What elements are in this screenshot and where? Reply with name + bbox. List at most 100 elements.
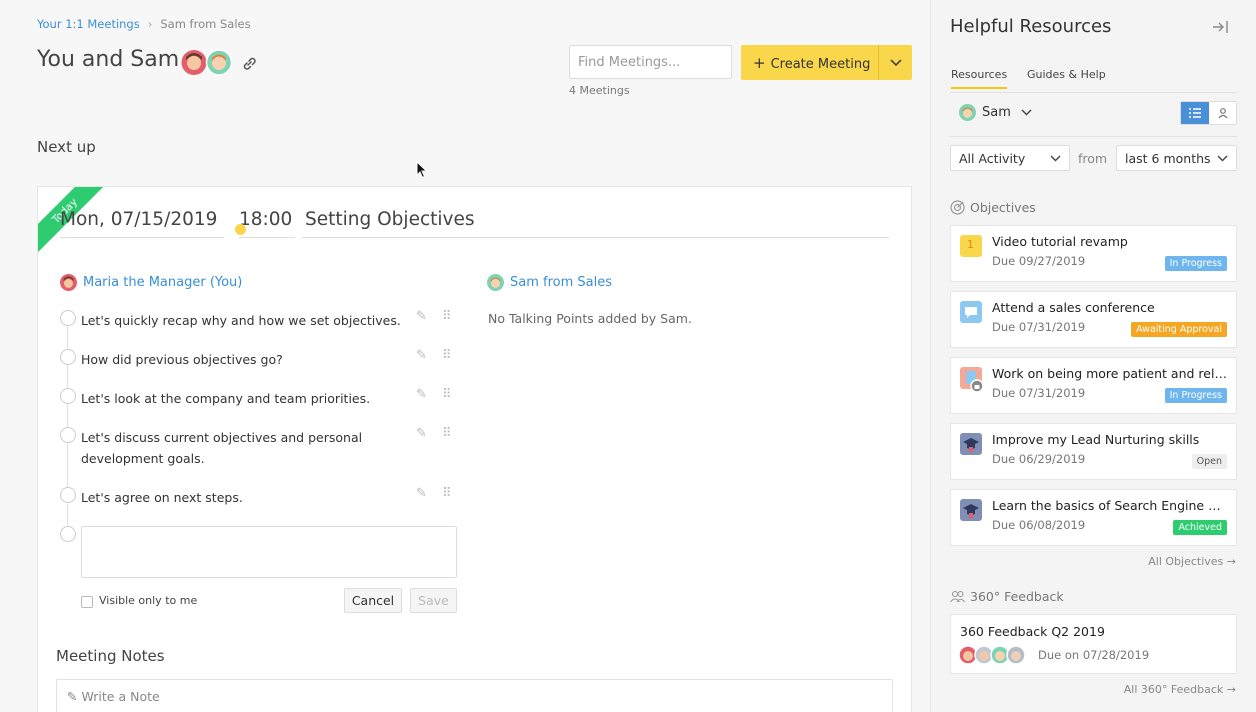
pencil-icon[interactable]: ✎ bbox=[416, 309, 427, 324]
next-up-heading: Next up bbox=[37, 138, 96, 156]
objectives-heading: Objectives bbox=[950, 200, 1036, 215]
talking-point-text[interactable]: Let's look at the company and team prior… bbox=[81, 388, 401, 409]
objective-title: Video tutorial revamp bbox=[992, 234, 1128, 249]
visible-only-checkbox[interactable] bbox=[81, 596, 93, 608]
talking-point-check[interactable] bbox=[60, 427, 76, 443]
objective-title: Work on being more patient and rela... bbox=[992, 366, 1228, 381]
cursor-highlight-dot bbox=[235, 224, 246, 235]
tab-guides-help[interactable]: Guides & Help bbox=[1027, 68, 1106, 81]
talking-point-text[interactable]: Let's agree on next steps. bbox=[81, 487, 401, 508]
plus-icon: + bbox=[753, 53, 766, 72]
person-selector[interactable]: Sam bbox=[959, 104, 1032, 121]
list-view-icon[interactable] bbox=[1181, 102, 1209, 124]
tab-resources[interactable]: Resources bbox=[951, 68, 1008, 89]
talking-point-check[interactable] bbox=[60, 349, 76, 365]
date-underline bbox=[60, 237, 224, 238]
mouse-cursor-icon bbox=[416, 160, 428, 183]
number-one-icon: 1 bbox=[960, 235, 982, 257]
status-badge: In Progress bbox=[1164, 256, 1227, 271]
cancel-button[interactable]: Cancel bbox=[344, 588, 402, 613]
manager-header: Maria the Manager (You) bbox=[60, 274, 242, 291]
link-icon[interactable] bbox=[241, 53, 258, 78]
objective-due: Due 07/31/2019 bbox=[992, 320, 1086, 334]
objective-card[interactable]: Work on being more patient and rela... D… bbox=[950, 357, 1237, 414]
pencil-icon[interactable]: ✎ bbox=[416, 486, 427, 501]
drag-handle-icon[interactable]: ⠿ bbox=[442, 486, 452, 501]
graduation-cap-icon bbox=[960, 499, 982, 521]
drag-handle-icon[interactable]: ⠿ bbox=[442, 348, 452, 363]
view-toggle bbox=[1180, 101, 1237, 125]
from-label: from bbox=[1078, 151, 1108, 166]
objective-due: Due 07/31/2019 bbox=[992, 386, 1086, 400]
find-meetings-input[interactable]: Find Meetings... bbox=[569, 45, 732, 79]
breadcrumb-current: Sam from Sales bbox=[160, 17, 251, 31]
drag-handle-icon[interactable]: ⠿ bbox=[442, 387, 452, 402]
report-name[interactable]: Sam from Sales bbox=[510, 275, 612, 290]
objective-title: Learn the basics of Search Engine O... bbox=[992, 498, 1228, 513]
meeting-date[interactable]: Mon, 07/15/2019 bbox=[60, 209, 217, 230]
objective-title: Attend a sales conference bbox=[992, 300, 1155, 315]
graduation-cap-icon bbox=[960, 433, 982, 455]
breadcrumb-parent-link[interactable]: Your 1:1 Meetings bbox=[37, 17, 140, 31]
objective-card[interactable]: Attend a sales conference Due 07/31/2019… bbox=[950, 291, 1237, 348]
breadcrumb: Your 1:1 Meetings › Sam from Sales bbox=[37, 17, 251, 31]
all-feedback-link[interactable]: All 360° Feedback → bbox=[1124, 683, 1236, 696]
title-underline bbox=[302, 237, 889, 238]
arrow-right-icon: → bbox=[1226, 555, 1236, 568]
write-note-input[interactable]: ✎ Write a Note bbox=[56, 679, 893, 712]
talking-point-text[interactable]: Let's discuss current objectives and per… bbox=[81, 427, 381, 469]
status-badge: Open bbox=[1191, 454, 1227, 469]
resources-sidebar: Helpful Resources Resources Guides & Hel… bbox=[930, 0, 1256, 712]
main-panel: Your 1:1 Meetings › Sam from Sales You and… bbox=[0, 0, 930, 712]
report-header: Sam from Sales bbox=[487, 274, 612, 291]
objective-due: Due 09/27/2019 bbox=[992, 254, 1086, 268]
all-objectives-link[interactable]: All Objectives → bbox=[1148, 555, 1236, 568]
visible-only-label: Visible only to me bbox=[99, 594, 198, 607]
chevron-down-icon[interactable] bbox=[878, 45, 912, 80]
save-button[interactable]: Save bbox=[410, 588, 457, 613]
talking-point-text[interactable]: How did previous objectives go? bbox=[81, 349, 401, 370]
pencil-icon[interactable]: ✎ bbox=[416, 426, 427, 441]
activity-filter-dropdown[interactable]: All Activity bbox=[950, 145, 1070, 171]
feedback-card[interactable]: 360 Feedback Q2 2019 Due on 07/28/2019 bbox=[950, 614, 1237, 674]
page-title-row: You and Sam bbox=[37, 47, 256, 76]
chevron-down-icon bbox=[1050, 155, 1061, 161]
person-view-icon[interactable] bbox=[1209, 102, 1236, 124]
objective-card[interactable]: 1 Video tutorial revamp Due 09/27/2019 I… bbox=[950, 225, 1237, 282]
drag-handle-icon[interactable]: ⠿ bbox=[442, 426, 452, 441]
speech-bubble-icon bbox=[960, 301, 982, 323]
drag-handle-icon[interactable]: ⠿ bbox=[442, 309, 452, 324]
objective-card[interactable]: Learn the basics of Search Engine O... D… bbox=[950, 489, 1237, 546]
talking-point-text[interactable]: Let's quickly recap why and how we set o… bbox=[81, 310, 401, 331]
status-badge: In Progress bbox=[1164, 388, 1227, 403]
meeting-title[interactable]: Setting Objectives bbox=[305, 209, 474, 230]
meeting-time[interactable]: 18:00 bbox=[239, 209, 292, 230]
talking-point-check[interactable] bbox=[60, 310, 76, 326]
manager-name[interactable]: Maria the Manager (You) bbox=[83, 275, 242, 290]
period-filter-dropdown[interactable]: last 6 months bbox=[1116, 145, 1237, 171]
person-name: Sam bbox=[982, 105, 1011, 120]
status-badge: Achieved bbox=[1173, 520, 1227, 535]
chevron-right-icon: › bbox=[147, 17, 153, 31]
pencil-icon[interactable]: ✎ bbox=[416, 387, 427, 402]
participants-avatar-icon bbox=[181, 49, 233, 76]
feedback-due: Due on 07/28/2019 bbox=[1038, 648, 1150, 662]
status-badge: Awaiting Approval bbox=[1131, 322, 1227, 337]
locked-objective-icon bbox=[960, 367, 984, 393]
objective-card[interactable]: Improve my Lead Nurturing skills Due 06/… bbox=[950, 423, 1237, 480]
pencil-icon[interactable]: ✎ bbox=[416, 348, 427, 363]
feedback-title: 360 Feedback Q2 2019 bbox=[960, 624, 1105, 639]
people-icon bbox=[950, 590, 965, 603]
arrow-right-icon: → bbox=[1226, 683, 1236, 696]
pencil-icon: ✎ bbox=[67, 689, 78, 704]
filter-divider bbox=[950, 136, 1237, 137]
talking-point-check[interactable] bbox=[60, 388, 76, 404]
target-icon bbox=[950, 200, 965, 215]
create-meeting-button[interactable]: + Create Meeting bbox=[741, 45, 912, 80]
talking-point-check[interactable] bbox=[60, 487, 76, 503]
new-talking-point-textarea[interactable] bbox=[81, 526, 457, 578]
objective-due: Due 06/29/2019 bbox=[992, 452, 1086, 466]
participant-avatars bbox=[181, 49, 235, 76]
no-talking-points-text: No Talking Points added by Sam. bbox=[488, 311, 692, 326]
collapse-sidebar-icon[interactable] bbox=[1212, 19, 1229, 39]
